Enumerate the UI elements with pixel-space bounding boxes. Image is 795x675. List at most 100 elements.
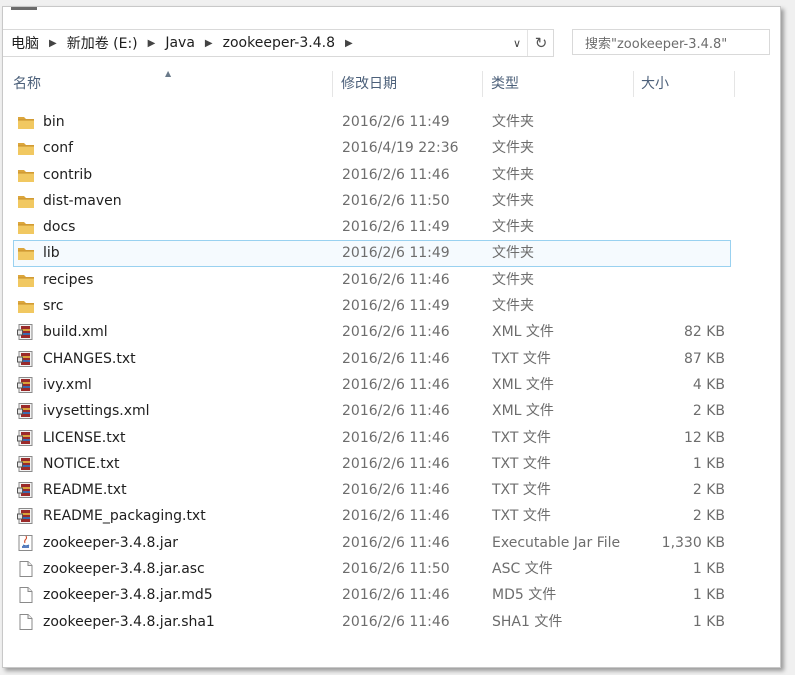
file-type: XML 文件 [492, 324, 554, 341]
file-name: zookeeper-3.4.8.jar.md5 [43, 587, 213, 604]
breadcrumb-java[interactable]: Java [165, 35, 195, 51]
file-row-lib[interactable]: lib 2016/2/6 11:49 文件夹 [13, 240, 731, 267]
java-jar-icon [17, 534, 35, 551]
breadcrumb-separator-icon[interactable]: ▶ [345, 38, 353, 49]
breadcrumb-zookeeper[interactable]: zookeeper-3.4.8 [223, 35, 335, 51]
sort-ascending-icon: ▲ [165, 69, 172, 78]
file-type: TXT 文件 [492, 508, 551, 525]
file-size: 2 KB [692, 482, 725, 499]
file-type: SHA1 文件 [492, 613, 563, 630]
file-type: 文件夹 [492, 140, 534, 157]
file-name: src [43, 298, 64, 315]
file-modified-date: 2016/2/6 11:46 [342, 403, 450, 420]
file-size: 4 KB [692, 376, 725, 393]
file-type: TXT 文件 [492, 482, 551, 499]
file-type: 文件夹 [492, 192, 534, 209]
file-row-zookeeper-3-4-8-jar[interactable]: zookeeper-3.4.8.jar 2016/2/6 11:46 Executa… [13, 530, 731, 556]
file-row-readme-packaging-txt[interactable]: README_packaging.txt 2016/2/6 11:46 TXT 文件… [13, 503, 731, 529]
file-modified-date: 2016/2/6 11:49 [342, 114, 450, 130]
search-placeholder: 搜索"zookeeper-3.4.8" [585, 36, 728, 52]
file-row-zookeeper-3-4-8-jar-sha1[interactable]: zookeeper-3.4.8.jar.sha1 2016/2/6 11:46 SH… [13, 609, 731, 635]
winrar-file-icon [17, 403, 35, 420]
file-type: TXT 文件 [492, 455, 551, 472]
file-name: contrib [43, 166, 93, 183]
file-size: 82 KB [683, 324, 725, 341]
file-modified-date: 2016/2/6 11:46 [342, 324, 450, 341]
file-row-zookeeper-3-4-8-jar-md5[interactable]: zookeeper-3.4.8.jar.md5 2016/2/6 11:46 MD5… [13, 582, 731, 608]
file-row-build-xml[interactable]: build.xml 2016/2/6 11:46 XML 文件 82 KB [13, 319, 731, 345]
file-name: ivysettings.xml [43, 403, 150, 420]
cropped-title-fragment [11, 7, 37, 10]
file-row-docs[interactable]: docs 2016/2/6 11:49 文件夹 [13, 214, 731, 240]
file-row-license-txt[interactable]: LICENSE.txt 2016/2/6 11:46 TXT 文件 12 KB [13, 425, 731, 451]
file-row-zookeeper-3-4-8-jar-asc[interactable]: zookeeper-3.4.8.jar.asc 2016/2/6 11:50 ASC… [13, 556, 731, 582]
folder-icon [17, 272, 35, 288]
column-header-type[interactable]: 类型 [491, 69, 519, 99]
title-strip [3, 7, 780, 27]
column-divider[interactable] [734, 71, 735, 97]
file-row-ivysettings-xml[interactable]: ivysettings.xml 2016/2/6 11:46 XML 文件 2 KB [13, 398, 731, 424]
file-type: 文件夹 [492, 114, 534, 130]
file-row-src[interactable]: src 2016/2/6 11:49 文件夹 [13, 293, 731, 319]
file-row-contrib[interactable]: contrib 2016/2/6 11:46 文件夹 [13, 162, 731, 188]
refresh-icon: ↻ [534, 34, 548, 52]
file-modified-date: 2016/2/6 11:49 [342, 245, 450, 262]
file-row-recipes[interactable]: recipes 2016/2/6 11:46 文件夹 [13, 267, 731, 293]
file-row-notice-txt[interactable]: NOTICE.txt 2016/2/6 11:46 TXT 文件 1 KB [13, 451, 731, 477]
column-header-name[interactable]: 名称 [13, 69, 41, 99]
breadcrumb-separator-icon[interactable]: ▶ [205, 38, 213, 49]
file-modified-date: 2016/2/6 11:50 [342, 192, 450, 209]
breadcrumb-drive-e[interactable]: 新加卷 (E:) [67, 33, 138, 53]
file-size: 1 KB [692, 587, 725, 604]
file-modified-date: 2016/2/6 11:46 [342, 613, 450, 630]
column-divider[interactable] [633, 71, 634, 97]
file-type: 文件夹 [492, 271, 534, 288]
file-name: CHANGES.txt [43, 350, 136, 367]
file-name: bin [43, 114, 65, 130]
file-size: 1 KB [692, 613, 725, 630]
winrar-file-icon [17, 350, 35, 367]
column-header-date[interactable]: 修改日期 [341, 69, 397, 99]
file-size: 2 KB [692, 403, 725, 420]
file-list: bin 2016/2/6 11:49 文件夹 conf 2016/4/19 22:36 文… [13, 109, 731, 635]
file-type: 文件夹 [492, 245, 534, 262]
address-bar[interactable]: 电脑 ▶ 新加卷 (E:) ▶ Java ▶ zookeeper-3.4.8 ▶… [3, 29, 554, 57]
file-size: 1,330 KB [661, 534, 725, 551]
file-type: ASC 文件 [492, 561, 553, 578]
file-name: zookeeper-3.4.8.jar.asc [43, 561, 205, 578]
file-name: README.txt [43, 482, 127, 499]
explorer-window: 电脑 ▶ 新加卷 (E:) ▶ Java ▶ zookeeper-3.4.8 ▶… [2, 6, 781, 668]
file-name: recipes [43, 271, 94, 288]
file-modified-date: 2016/2/6 11:50 [342, 561, 450, 578]
refresh-button[interactable]: ↻ [527, 30, 554, 56]
breadcrumb-separator-icon[interactable]: ▶ [49, 38, 57, 49]
breadcrumb-separator-icon[interactable]: ▶ [148, 38, 156, 49]
file-row-ivy-xml[interactable]: ivy.xml 2016/2/6 11:46 XML 文件 4 KB [13, 372, 731, 398]
file-modified-date: 2016/2/6 11:46 [342, 376, 450, 393]
file-modified-date: 2016/4/19 22:36 [342, 140, 459, 157]
column-divider[interactable] [482, 71, 483, 97]
file-row-readme-txt[interactable]: README.txt 2016/2/6 11:46 TXT 文件 2 KB [13, 477, 731, 503]
file-type: XML 文件 [492, 376, 554, 393]
file-size: 2 KB [692, 508, 725, 525]
address-history-dropdown[interactable]: ∨ [507, 30, 527, 56]
file-row-dist-maven[interactable]: dist-maven 2016/2/6 11:50 文件夹 [13, 188, 731, 214]
file-row-bin[interactable]: bin 2016/2/6 11:49 文件夹 [13, 109, 731, 135]
file-name: dist-maven [43, 192, 122, 209]
column-header-size[interactable]: 大小 [641, 69, 669, 99]
chevron-down-icon: ∨ [512, 36, 522, 50]
winrar-file-icon [17, 508, 35, 525]
file-row-conf[interactable]: conf 2016/4/19 22:36 文件夹 [13, 135, 731, 161]
breadcrumb-computer[interactable]: 电脑 [11, 33, 39, 53]
winrar-file-icon [17, 376, 35, 393]
search-input[interactable]: 搜索"zookeeper-3.4.8" [572, 29, 770, 55]
file-row-changes-txt[interactable]: CHANGES.txt 2016/2/6 11:46 TXT 文件 87 KB [13, 346, 731, 372]
file-size: 1 KB [692, 561, 725, 578]
file-modified-date: 2016/2/6 11:46 [342, 482, 450, 499]
file-type: 文件夹 [492, 166, 534, 183]
file-name: build.xml [43, 324, 108, 341]
file-modified-date: 2016/2/6 11:46 [342, 350, 450, 367]
file-modified-date: 2016/2/6 11:46 [342, 166, 450, 183]
column-divider[interactable] [332, 71, 333, 97]
file-type: 文件夹 [492, 219, 534, 236]
